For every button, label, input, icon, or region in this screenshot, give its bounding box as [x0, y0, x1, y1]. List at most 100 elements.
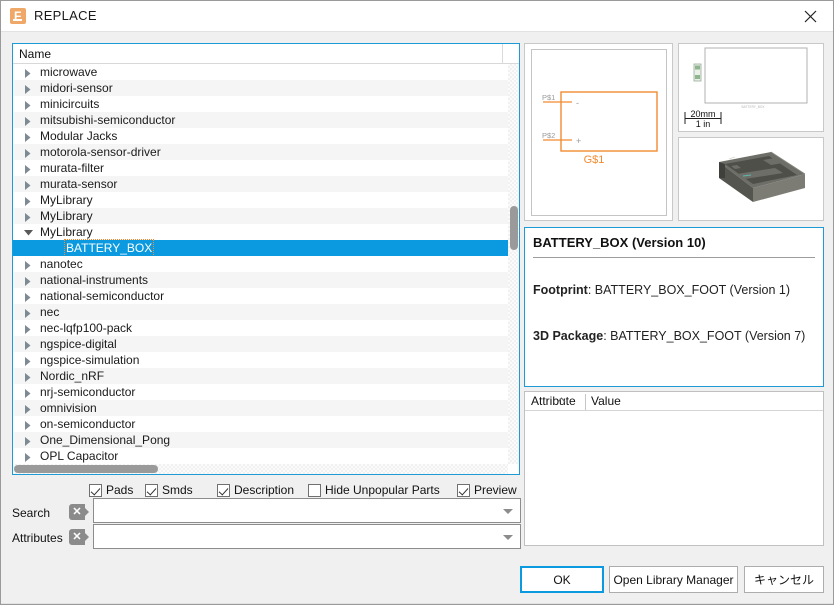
chevron-right-icon[interactable] [24, 160, 34, 176]
tree-row-label: MyLibrary [40, 193, 93, 207]
tree-row[interactable]: on-semiconductor [13, 416, 508, 432]
chevron-right-icon[interactable] [24, 144, 34, 160]
checkbox-icon[interactable] [308, 483, 321, 497]
chevron-right-icon[interactable] [24, 256, 34, 272]
package-label: 3D Package [533, 329, 604, 343]
chevron-down-icon[interactable] [24, 224, 34, 240]
title-bar: F REPLACE [1, 1, 833, 32]
tree-row[interactable]: midori-sensor [13, 80, 508, 96]
tree-row[interactable]: Modular Jacks [13, 128, 508, 144]
chevron-right-icon[interactable] [24, 336, 34, 352]
fusion-f-icon: F [10, 8, 26, 24]
library-tree-panel[interactable]: Name microwave midori-sensor minicircuits m… [12, 43, 520, 475]
open-library-manager-button[interactable]: Open Library Manager [609, 566, 738, 593]
tree-row-label: national-semiconductor [40, 289, 165, 303]
checkbox-icon[interactable] [89, 483, 102, 497]
chevron-right-icon[interactable] [24, 320, 34, 336]
filter-checkbox-row: Pads Smds Description Hide Unpopular Parts P… [89, 482, 521, 498]
chevron-right-icon[interactable] [24, 80, 34, 96]
chevron-right-icon[interactable] [24, 432, 34, 448]
tree-row[interactable]: MyLibrary [13, 192, 508, 208]
tree-row[interactable]: motorola-sensor-driver [13, 144, 508, 160]
sort-ascending-icon [557, 392, 566, 406]
chevron-right-icon[interactable] [24, 448, 34, 464]
tree-horizontal-scrollbar[interactable] [13, 464, 508, 474]
attributes-chevron-down-icon[interactable] [503, 535, 513, 540]
tree-row-label: mitsubishi-semiconductor [40, 113, 176, 127]
chevron-right-icon[interactable] [24, 368, 34, 384]
cancel-button[interactable]: キャンセル [744, 566, 824, 593]
tree-row[interactable]: nrj-semiconductor [13, 384, 508, 400]
chevron-right-icon[interactable] [24, 96, 34, 112]
tree-row-label: ngspice-simulation [40, 353, 140, 367]
tree-horizontal-scroll-thumb[interactable] [14, 465, 158, 473]
tree-row[interactable]: national-instruments [13, 272, 508, 288]
tree-row-label: murata-filter [40, 161, 105, 175]
search-clear-x-icon[interactable]: ✕ [69, 504, 89, 520]
checkbox-icon[interactable] [217, 483, 230, 497]
search-chevron-down-icon[interactable] [503, 509, 513, 514]
filter-checkbox-preview[interactable]: Preview [457, 482, 517, 498]
filter-checkbox-description[interactable]: Description [217, 482, 294, 498]
filter-checkbox-label: Preview [474, 483, 517, 497]
tree-row[interactable]: MyLibrary [13, 208, 508, 224]
attributes-column-attribute[interactable]: Attribute [531, 394, 576, 408]
tree-row[interactable]: nec-lqfp100-pack [13, 320, 508, 336]
tree-row-selected[interactable]: BATTERY_BOX [13, 239, 508, 257]
tree-column-header[interactable]: Name [13, 44, 519, 64]
chevron-right-icon[interactable] [24, 384, 34, 400]
chevron-right-icon[interactable] [24, 288, 34, 304]
tree-row[interactable]: mitsubishi-semiconductor [13, 112, 508, 128]
chevron-right-icon[interactable] [24, 64, 34, 80]
filter-checkbox-smds[interactable]: Smds [145, 482, 193, 498]
tree-row[interactable]: nanotec [13, 256, 508, 272]
ok-button[interactable]: OK [520, 566, 604, 593]
tree-row[interactable]: national-semiconductor [13, 288, 508, 304]
attributes-column-value[interactable]: Value [591, 394, 621, 408]
tree-vertical-scroll-thumb[interactable] [510, 206, 518, 250]
chevron-right-icon[interactable] [24, 176, 34, 192]
checkbox-icon[interactable] [457, 483, 470, 497]
tree-row[interactable]: MyLibrary [13, 224, 508, 240]
library-tree-list[interactable]: microwave midori-sensor minicircuits mitsub… [13, 64, 508, 464]
svg-text:P$1: P$1 [542, 93, 555, 102]
footer-divider [1, 603, 833, 604]
chevron-right-icon[interactable] [24, 128, 34, 144]
search-input[interactable] [93, 498, 521, 523]
chevron-right-icon[interactable] [24, 192, 34, 208]
chevron-right-icon[interactable] [24, 416, 34, 432]
tree-vertical-scrollbar[interactable] [508, 64, 519, 464]
attributes-filter-input[interactable] [93, 524, 521, 549]
footprint-preview-pane: BATTERY_BOX 20mm 1 in [678, 43, 824, 132]
tree-row[interactable]: murata-filter [13, 160, 508, 176]
chevron-right-icon[interactable] [24, 352, 34, 368]
chevron-right-icon[interactable] [24, 400, 34, 416]
attributes-table-header[interactable]: Attribute Value [525, 392, 823, 411]
tree-row[interactable]: OPL Capacitor [13, 448, 508, 464]
checkbox-icon[interactable] [145, 483, 158, 497]
tree-row-label: MyLibrary [40, 225, 93, 239]
tree-row[interactable]: murata-sensor [13, 176, 508, 192]
svg-text:-: - [576, 98, 579, 108]
tree-row[interactable]: omnivision [13, 400, 508, 416]
chevron-right-icon[interactable] [24, 112, 34, 128]
tree-row[interactable]: One_Dimensional_Pong [13, 432, 508, 448]
close-icon[interactable] [788, 1, 833, 32]
attributes-table[interactable]: Attribute Value [524, 391, 824, 546]
tree-row[interactable]: ngspice-digital [13, 336, 508, 352]
filter-checkbox-pads[interactable]: Pads [89, 482, 133, 498]
chevron-right-icon[interactable] [24, 272, 34, 288]
chevron-right-icon[interactable] [24, 208, 34, 224]
svg-text:P$2: P$2 [542, 131, 555, 140]
attributes-clear-x-icon[interactable]: ✕ [69, 529, 89, 545]
tree-row[interactable]: minicircuits [13, 96, 508, 112]
filter-checkbox-label: Smds [162, 483, 193, 497]
filter-checkbox-hide-unpopular-parts[interactable]: Hide Unpopular Parts [308, 482, 440, 498]
tree-row[interactable]: Nordic_nRF [13, 368, 508, 384]
tree-row[interactable]: nec [13, 304, 508, 320]
tree-row[interactable]: microwave [13, 64, 508, 80]
scrollbar-corner [508, 464, 519, 474]
footprint-value: BATTERY_BOX_FOOT (Version 1) [594, 283, 790, 297]
tree-row[interactable]: ngspice-simulation [13, 352, 508, 368]
chevron-right-icon[interactable] [24, 304, 34, 320]
